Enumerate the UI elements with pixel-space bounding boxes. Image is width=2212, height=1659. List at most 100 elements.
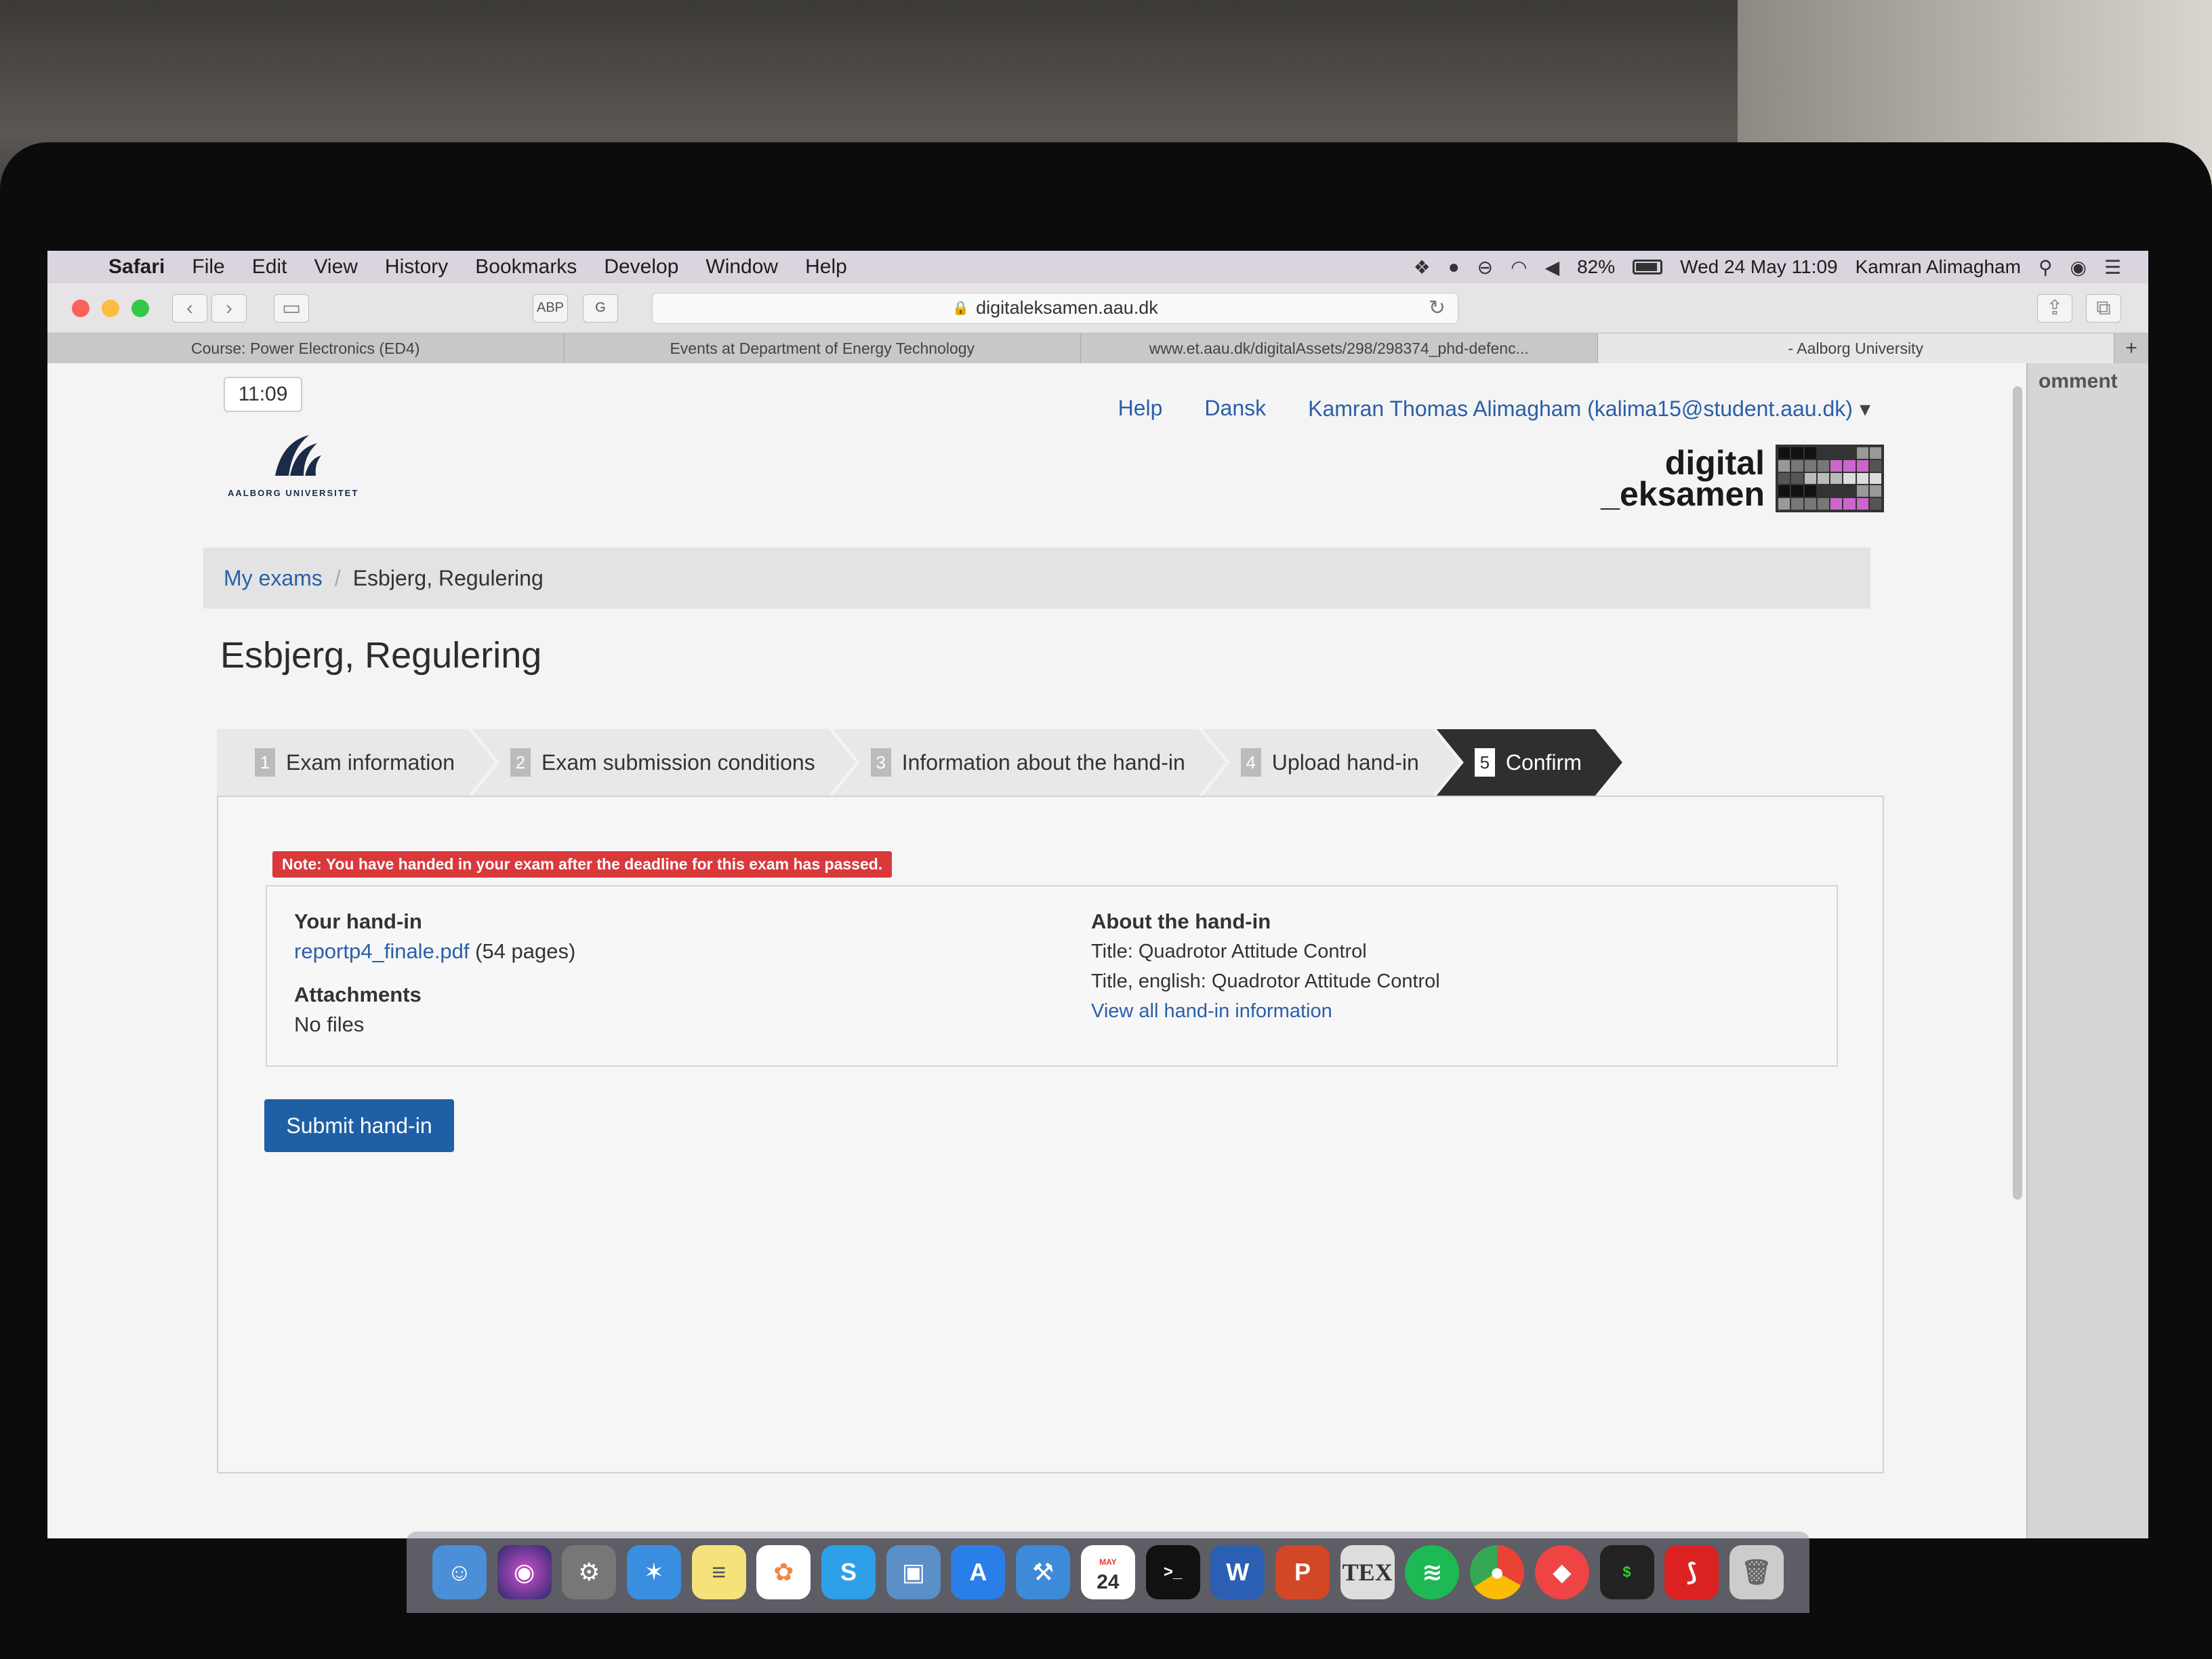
- tab-phd-defence[interactable]: www.et.aau.dk/digitalAssets/298/298374_p…: [1081, 333, 1598, 363]
- step-confirm[interactable]: 5 Confirm: [1437, 729, 1622, 796]
- exam-clock: 11:09: [224, 377, 302, 412]
- menu-develop[interactable]: Develop: [590, 255, 692, 279]
- siri-dock-icon[interactable]: ◉: [497, 1545, 552, 1599]
- spotify-icon[interactable]: ≋: [1405, 1545, 1460, 1599]
- mask-icon[interactable]: ●: [1448, 256, 1460, 278]
- step-label: Information about the hand-in: [901, 750, 1185, 775]
- de-mark-pixel: [1830, 459, 1843, 472]
- step-information-about-handin[interactable]: 3 Information about the hand-in: [833, 729, 1226, 796]
- close-window-button[interactable]: [72, 299, 89, 317]
- tab-aalborg-university[interactable]: - Aalborg University: [1597, 333, 2114, 363]
- de-mark-pixel: [1817, 447, 1829, 459]
- help-link[interactable]: Help: [1118, 396, 1163, 422]
- acrobat-icon[interactable]: ⟆: [1664, 1545, 1719, 1599]
- de-mark-pixel: [1856, 459, 1868, 472]
- preview-icon[interactable]: ▣: [886, 1545, 941, 1599]
- de-mark-pixel: [1856, 485, 1868, 497]
- menubar-user[interactable]: Kamran Alimagham: [1856, 256, 2021, 278]
- address-url: digitaleksamen.aau.dk: [976, 298, 1158, 318]
- zoom-window-button[interactable]: [131, 299, 149, 317]
- monitor-app-icon[interactable]: $: [1599, 1545, 1654, 1599]
- about-handin-heading: About the hand-in: [1091, 909, 1271, 933]
- back-button[interactable]: ‹: [172, 293, 207, 323]
- notes-icon[interactable]: ≡: [691, 1545, 746, 1599]
- handin-page-count: (54 pages): [469, 939, 576, 963]
- page-scrollbar[interactable]: [2013, 386, 2022, 1200]
- de-mark-pixel: [1843, 485, 1856, 497]
- step-exam-information[interactable]: 1 Exam information: [217, 729, 495, 796]
- view-all-handin-info-link[interactable]: View all hand-in information: [1091, 996, 1440, 1026]
- forward-button[interactable]: ›: [211, 293, 247, 323]
- de-mark-pixel: [1869, 472, 1881, 485]
- word-icon[interactable]: W: [1210, 1545, 1265, 1599]
- breadcrumb-my-exams[interactable]: My exams: [224, 566, 323, 591]
- app-store-icon[interactable]: A: [951, 1545, 1006, 1599]
- xcode-icon[interactable]: ⚒: [1016, 1545, 1071, 1599]
- handin-file-link[interactable]: reportp4_finale.pdf: [294, 939, 470, 963]
- wolf-app-icon[interactable]: ◆: [1534, 1545, 1589, 1599]
- de-mark-pixel: [1778, 485, 1790, 497]
- de-mark-pixel: [1830, 485, 1843, 497]
- tab-events[interactable]: Events at Department of Energy Technolog…: [565, 333, 1081, 363]
- toolbar-right: ⇪ ⧉: [2037, 293, 2121, 323]
- aau-logo[interactable]: AALBORG UNIVERSITET: [228, 428, 384, 498]
- system-preferences-icon[interactable]: ⚙: [562, 1545, 617, 1599]
- spotlight-search-icon[interactable]: ⚲: [2039, 256, 2053, 279]
- tabs-overview-icon[interactable]: ⧉: [2086, 293, 2121, 323]
- de-mark-pixel: [1804, 472, 1816, 485]
- tab-power-electronics[interactable]: Course: Power Electronics (ED4): [47, 333, 565, 363]
- volume-icon[interactable]: ◀: [1545, 256, 1560, 279]
- sidebar-toggle-icon[interactable]: ▭: [274, 293, 309, 323]
- de-mark-pixel: [1791, 459, 1803, 472]
- submit-handin-button[interactable]: Submit hand-in: [264, 1099, 454, 1152]
- reload-icon[interactable]: ↻: [1429, 296, 1446, 320]
- menu-file[interactable]: File: [178, 255, 238, 279]
- step-label: Upload hand-in: [1271, 750, 1419, 775]
- do-not-disturb-icon[interactable]: ⊖: [1477, 256, 1493, 279]
- grammarly-extension-button[interactable]: G: [583, 293, 618, 323]
- window-controls: [72, 299, 149, 317]
- step-exam-submission-conditions[interactable]: 2 Exam submission conditions: [472, 729, 856, 796]
- adblock-extension-button[interactable]: ABP: [533, 293, 568, 323]
- breadcrumb-separator: /: [334, 565, 341, 590]
- dropbox-icon[interactable]: ❖: [1414, 256, 1431, 279]
- browser-toolbar: ‹ › ▭ ABP G 🔒 digitaleksamen.aau.dk ↻ ⇪ …: [47, 283, 2148, 333]
- share-icon[interactable]: ⇪: [2037, 293, 2072, 323]
- notification-center-icon[interactable]: ☰: [2104, 256, 2121, 279]
- attachments-value: No files: [294, 1012, 365, 1036]
- trash-icon[interactable]: 🗑: [1729, 1545, 1784, 1599]
- minimize-window-button[interactable]: [102, 299, 119, 317]
- handin-title: Title: Quadrotor Attitude Control: [1091, 941, 1367, 962]
- wifi-icon[interactable]: ◠: [1511, 256, 1527, 279]
- menu-app-safari[interactable]: Safari: [95, 255, 178, 279]
- finder-icon[interactable]: ☺: [432, 1545, 487, 1599]
- step-upload-handin[interactable]: 4 Upload hand-in: [1203, 729, 1460, 796]
- de-mark-pixel: [1856, 447, 1868, 459]
- menu-window[interactable]: Window: [692, 255, 792, 279]
- battery-icon[interactable]: [1633, 260, 1663, 274]
- digital-eksamen-logo: digital _eksamen: [1601, 445, 1884, 512]
- calendar-icon[interactable]: MAY 24: [1080, 1545, 1135, 1599]
- menubar-clock[interactable]: Wed 24 May 11:09: [1680, 256, 1837, 278]
- terminal-icon[interactable]: >_: [1145, 1545, 1200, 1599]
- photos-icon[interactable]: ✿: [756, 1545, 811, 1599]
- new-tab-icon[interactable]: +: [2114, 333, 2148, 363]
- skype-icon[interactable]: S: [821, 1545, 876, 1599]
- menu-bookmarks[interactable]: Bookmarks: [462, 255, 590, 279]
- de-mark-pixel: [1778, 447, 1790, 459]
- menu-help[interactable]: Help: [792, 255, 861, 279]
- language-link[interactable]: Dansk: [1204, 396, 1266, 422]
- powerpoint-icon[interactable]: P: [1275, 1545, 1330, 1599]
- menu-history[interactable]: History: [371, 255, 462, 279]
- texshop-icon[interactable]: TEX: [1340, 1545, 1395, 1599]
- menu-view[interactable]: View: [300, 255, 371, 279]
- user-menu[interactable]: Kamran Thomas Alimagham (kalima15@studen…: [1308, 396, 1870, 422]
- step-number: 4: [1241, 748, 1261, 777]
- safari-icon[interactable]: ✶: [626, 1545, 681, 1599]
- address-bar[interactable]: 🔒 digitaleksamen.aau.dk ↻: [652, 292, 1458, 324]
- siri-icon[interactable]: ◉: [2070, 256, 2086, 279]
- de-mark-pixel: [1843, 472, 1856, 485]
- de-mark-pixel: [1869, 485, 1881, 497]
- menu-edit[interactable]: Edit: [239, 255, 301, 279]
- chrome-icon[interactable]: ●: [1470, 1545, 1525, 1599]
